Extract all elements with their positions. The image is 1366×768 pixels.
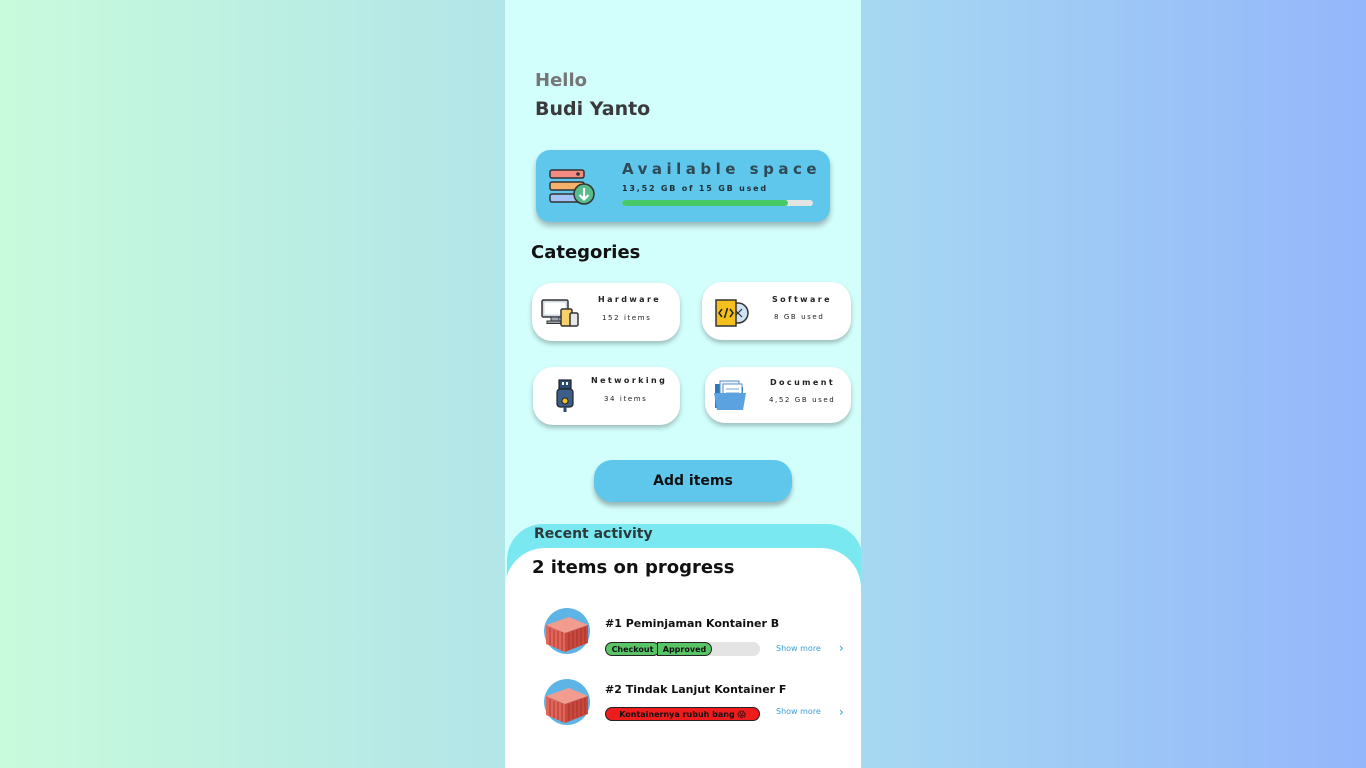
show-more-link[interactable]: Show more	[776, 644, 821, 653]
folder-documents-icon	[714, 380, 746, 410]
category-count: 34 items	[604, 395, 648, 403]
category-count: 4,52 GB used	[769, 396, 836, 404]
category-count: 8 GB used	[774, 313, 825, 321]
category-card-networking[interactable]: Networking 34 items	[533, 367, 680, 425]
activity-status-track: Kontainernya rubuh bang 😱	[605, 707, 760, 721]
category-name: Hardware	[598, 295, 662, 304]
status-stage-approved: Approved	[657, 642, 712, 656]
storage-usage-text: 13,52 GB of 15 GB used	[622, 184, 768, 193]
categories-title: Categories	[531, 242, 641, 263]
show-more-link[interactable]: Show more	[776, 707, 821, 716]
activity-item[interactable]: #1 Peminjaman Kontainer B Checkout Appro…	[541, 605, 857, 659]
code-window-icon	[715, 299, 749, 327]
chevron-right-icon[interactable]: ›	[839, 705, 844, 719]
storage-progress-fill	[622, 200, 788, 206]
devices-icon	[541, 299, 579, 327]
category-card-software[interactable]: Software 8 GB used	[702, 282, 851, 340]
activity-item-title: #2 Tindak Lanjut Kontainer F	[605, 683, 787, 696]
status-stage-checkout: Checkout	[605, 642, 660, 656]
status-issue-badge: Kontainernya rubuh bang 😱	[605, 707, 760, 721]
greeting-hello: Hello	[535, 70, 587, 91]
category-card-hardware[interactable]: Hardware 152 items	[532, 283, 680, 341]
activity-item-title: #1 Peminjaman Kontainer B	[605, 617, 780, 630]
available-space-title: Available space	[622, 160, 822, 178]
recent-activity-label: Recent activity	[534, 526, 653, 542]
items-in-progress-title: 2 items on progress	[532, 557, 735, 578]
category-name: Software	[772, 295, 832, 304]
category-card-document[interactable]: Document 4,52 GB used	[705, 367, 851, 423]
user-name: Budi Yanto	[535, 98, 651, 120]
activity-item[interactable]: #2 Tindak Lanjut Kontainer F Kontainerny…	[541, 676, 857, 730]
usb-connector-icon	[556, 379, 574, 412]
server-download-icon	[549, 169, 595, 205]
add-items-button[interactable]: Add items	[594, 460, 792, 502]
category-name: Networking	[591, 376, 668, 385]
available-space-card[interactable]: Available space 13,52 GB of 15 GB used	[536, 150, 830, 222]
shipping-container-icon	[544, 608, 590, 654]
mobile-screen: Hello Budi Yanto Available space 13,52 G…	[505, 0, 861, 768]
shipping-container-icon	[544, 679, 590, 725]
chevron-right-icon[interactable]: ›	[839, 641, 844, 655]
storage-progress-bar	[622, 200, 813, 206]
category-count: 152 items	[602, 314, 652, 322]
category-name: Document	[770, 378, 836, 387]
activity-status-track: Checkout Approved	[605, 642, 760, 656]
